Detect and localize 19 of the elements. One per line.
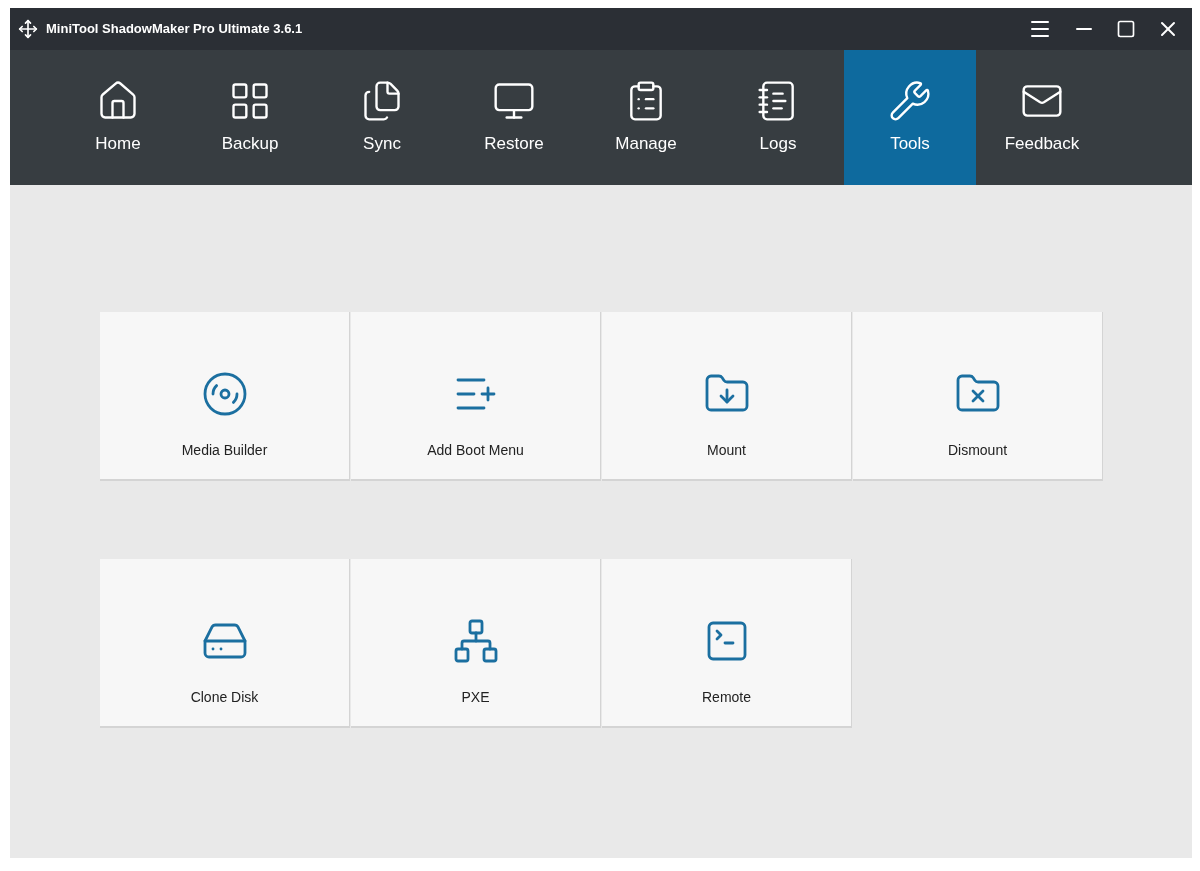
tool-tile[interactable]: Mount [602,312,852,481]
nav-tab[interactable]: Restore [448,50,580,185]
tool-tile[interactable]: Media Builder [100,312,350,481]
tool-tile[interactable]: Add Boot Menu [351,312,601,481]
tool-tile[interactable]: PXE [351,559,601,728]
wrench-icon [888,78,932,123]
nav-tab[interactable]: Home [52,50,184,185]
nav-tab[interactable]: Feedback [976,50,1108,185]
nav-tab[interactable]: Logs [712,50,844,185]
tool-tile[interactable]: Clone Disk [100,559,350,728]
nav-tab[interactable]: Tools [844,50,976,185]
nav-tab[interactable]: Manage [580,50,712,185]
nav-tab[interactable]: Sync [316,50,448,185]
window-title: MiniTool ShadowMaker Pro Ultimate 3.6.1 [46,20,303,39]
tool-tile[interactable]: Remote [602,559,852,728]
nav-tab[interactable]: Backup [184,50,316,185]
maximize-icon[interactable] [1116,19,1136,39]
logo-icon [18,19,38,39]
tool-tile[interactable]: Dismount [853,312,1103,481]
